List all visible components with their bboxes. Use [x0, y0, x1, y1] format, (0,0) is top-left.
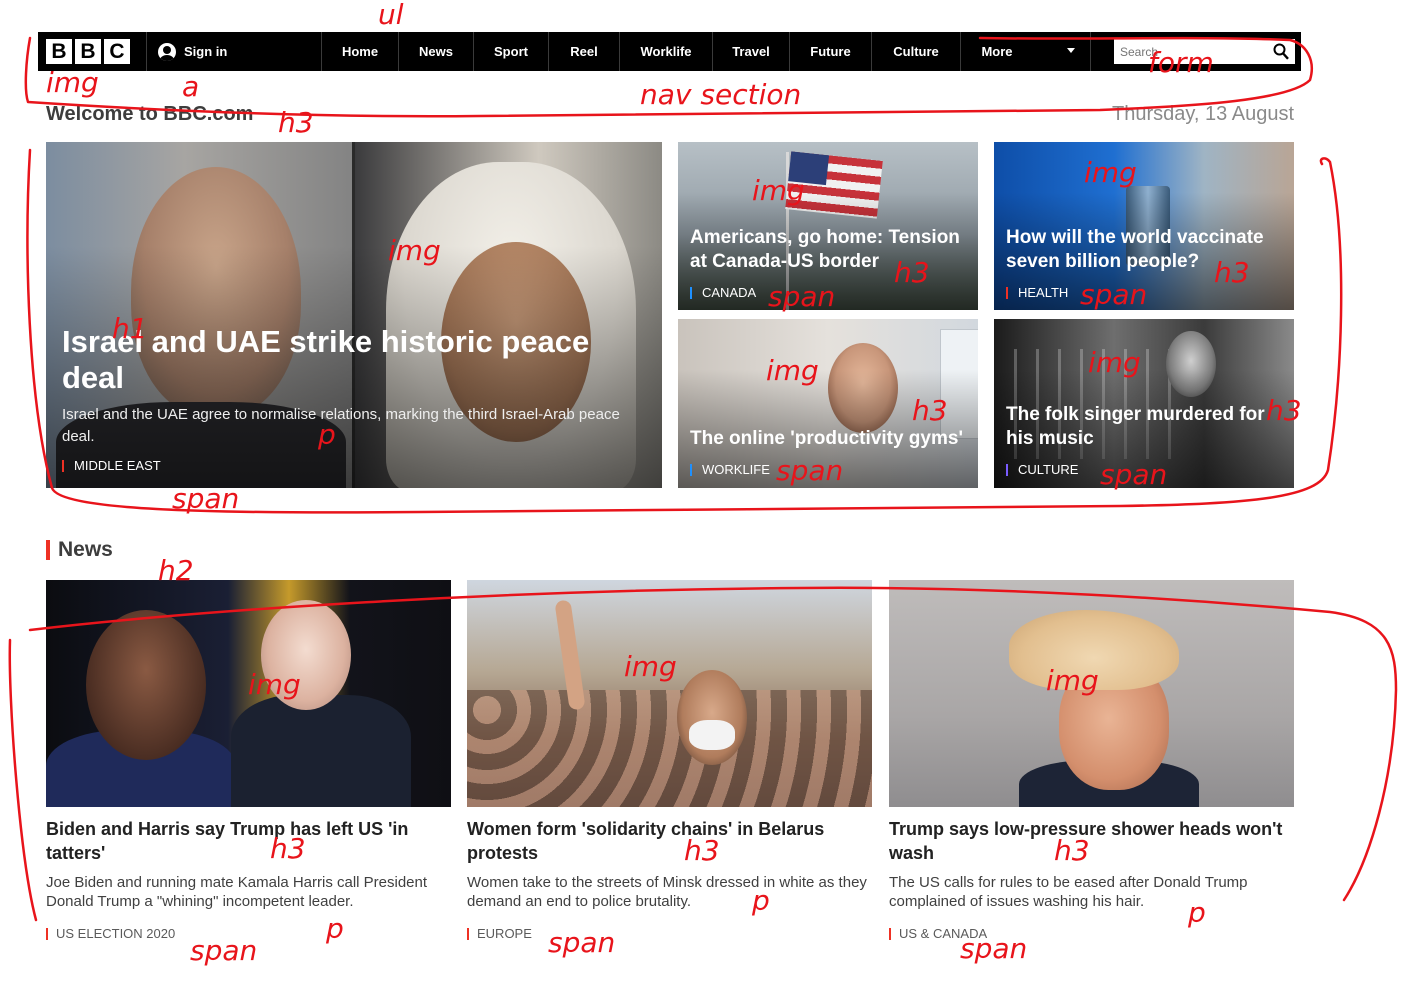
search-icon[interactable] [1273, 43, 1289, 60]
promo-card[interactable]: How will the world vaccinate seven billi… [994, 142, 1294, 310]
news-card-tag[interactable]: EUROPE [467, 927, 532, 940]
news-card-summary: Joe Biden and running mate Kamala Harris… [46, 874, 428, 910]
news-card-headline[interactable]: Trump says low-pressure shower heads won… [889, 817, 1294, 865]
news-card-tag[interactable]: US & CANADA [889, 927, 987, 940]
hero-section-tag[interactable]: MIDDLE EAST [62, 459, 161, 472]
nav-item-news[interactable]: News [398, 32, 474, 71]
logo-letter: C [104, 39, 130, 64]
search-form [1114, 39, 1295, 64]
news-card[interactable]: Women form 'solidarity chains' in Belaru… [467, 580, 872, 940]
nav-item-travel[interactable]: Travel [712, 32, 790, 71]
nav-item-sport[interactable]: Sport [473, 32, 549, 71]
photo-subject [231, 695, 411, 807]
date-label: Thursday, 13 August [1112, 103, 1294, 125]
bbc-logo[interactable]: B B C [46, 39, 130, 64]
photo-subject [677, 670, 747, 765]
annotation-label: a [182, 70, 199, 103]
news-card-headline[interactable]: Biden and Harris say Trump has left US '… [46, 817, 451, 865]
news-card[interactable]: Trump says low-pressure shower heads won… [889, 580, 1294, 940]
promo-headline[interactable]: Americans, go home: Tension at Canada-US… [690, 226, 966, 274]
hero-headline[interactable]: Israel and UAE strike historic peace dea… [62, 324, 650, 396]
news-card-image[interactable] [467, 580, 872, 807]
top-navigation-bar: B B C Sign in Home News Sport Reel Workl… [38, 32, 1301, 71]
nav-divider [146, 32, 147, 71]
search-input[interactable] [1114, 39, 1264, 64]
photo-subject [1009, 610, 1179, 690]
promo-section-tag[interactable]: CULTURE [1006, 463, 1078, 476]
promo-section-tag[interactable]: WORKLIFE [690, 463, 770, 476]
photo-subject [689, 720, 735, 750]
user-icon [158, 42, 176, 61]
annotation-label: h3 [278, 106, 314, 139]
nav-item-reel[interactable]: Reel [548, 32, 620, 71]
promo-headline[interactable]: The folk singer murdered for his music [1006, 403, 1282, 451]
news-card-image[interactable] [889, 580, 1294, 807]
nav-divider [1090, 32, 1091, 71]
photo-crowd [467, 690, 872, 807]
photo-subject [86, 610, 206, 760]
nav-item-culture[interactable]: Culture [871, 32, 961, 71]
sign-in-label: Sign in [184, 44, 228, 59]
nav-item-worklife[interactable]: Worklife [619, 32, 713, 71]
news-card-summary: The US calls for rules to be eased after… [889, 874, 1248, 910]
news-card[interactable]: Biden and Harris say Trump has left US '… [46, 580, 451, 940]
promo-section-tag[interactable]: CANADA [690, 286, 756, 299]
nav-item-future[interactable]: Future [789, 32, 872, 71]
nav-item-home[interactable]: Home [321, 32, 399, 71]
annotation-label: p [325, 912, 344, 945]
news-card-image[interactable] [46, 580, 451, 807]
promo-section-tag[interactable]: HEALTH [1006, 286, 1068, 299]
logo-letter: B [46, 39, 72, 64]
news-card-tag[interactable]: US ELECTION 2020 [46, 927, 175, 940]
news-section-heading[interactable]: News [46, 539, 113, 560]
news-card-headline[interactable]: Women form 'solidarity chains' in Belaru… [467, 817, 872, 865]
photo-subject [261, 600, 351, 710]
page-title: Welcome to BBC.com [46, 103, 254, 125]
annotation-label: nav section [640, 78, 801, 111]
hero-summary: Israel and the UAE agree to normalise re… [62, 406, 620, 445]
chevron-down-icon[interactable] [1067, 48, 1075, 53]
annotation-label: span [190, 934, 257, 967]
annotation-label: span [548, 926, 615, 959]
annotation-label: ul [378, 0, 404, 31]
logo-letter: B [75, 39, 101, 64]
promo-headline[interactable]: The online 'productivity gyms' [690, 427, 966, 451]
nav-item-more[interactable]: More [960, 32, 1034, 71]
sign-in-link[interactable]: Sign in [158, 32, 227, 71]
promo-card[interactable]: The online 'productivity gyms' WORKLIFE [678, 319, 978, 488]
promo-card[interactable]: The folk singer murdered for his music C… [994, 319, 1294, 488]
promo-headline[interactable]: How will the world vaccinate seven billi… [1006, 226, 1282, 274]
promo-card[interactable]: Americans, go home: Tension at Canada-US… [678, 142, 978, 310]
hero-story[interactable]: Israel and UAE strike historic peace dea… [46, 142, 662, 488]
news-card-summary: Women take to the streets of Minsk dress… [467, 874, 867, 910]
